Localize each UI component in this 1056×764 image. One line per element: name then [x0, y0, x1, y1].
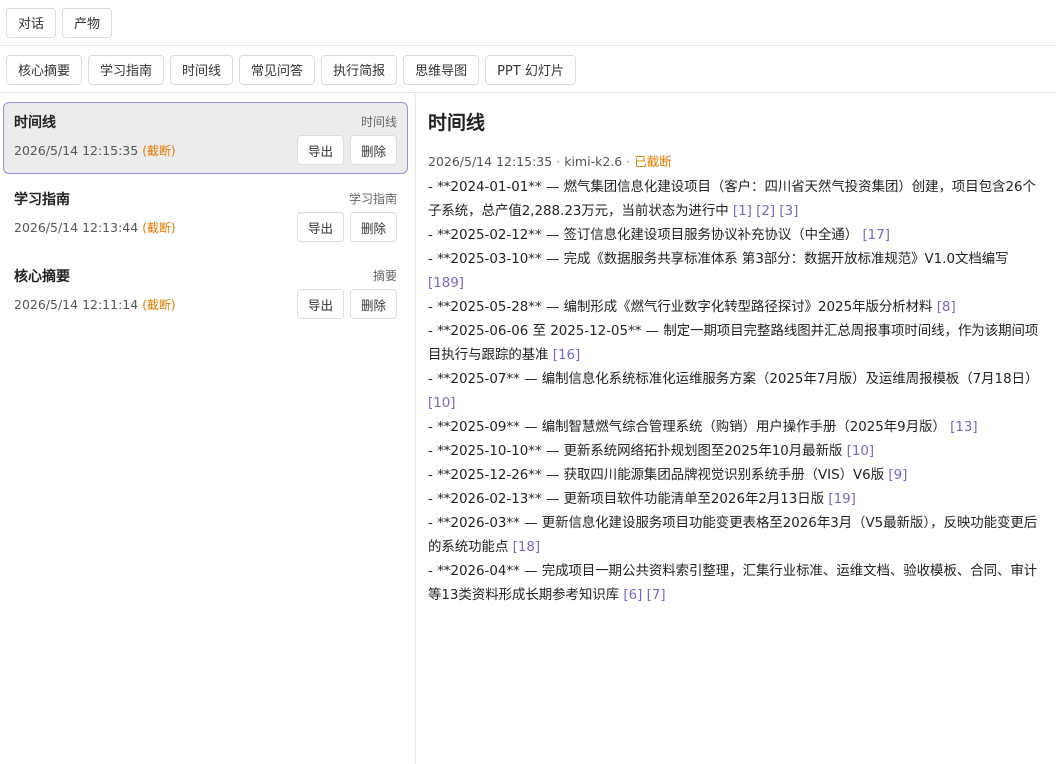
timeline-entry-text: - **2025-05-28** — 编制形成《燃气行业数字化转型路径探讨》20…: [428, 300, 937, 315]
timeline-entry-text: - **2026-02-13** — 更新项目软件功能清单至2026年2月13日…: [428, 492, 829, 507]
timeline-entry: - **2025-05-28** — 编制形成《燃气行业数字化转型路径探讨》20…: [428, 296, 1040, 320]
ppt-slides-button[interactable]: PPT 幻灯片: [485, 54, 576, 85]
delete-button[interactable]: 删除: [349, 289, 397, 319]
timeline-entry: - **2025-02-12** — 签订信息化建设项目服务协议补充协议（中全通…: [428, 224, 1040, 248]
timeline-entry: - **2025-12-26** — 获取四川能源集团品牌视觉识别系统手册（VI…: [428, 464, 1040, 488]
timeline-entry-text: - **2025-02-12** — 签订信息化建设项目服务协议补充协议（中全通…: [428, 228, 863, 243]
citation-links[interactable]: [1] [2] [3]: [733, 204, 798, 219]
artifact-item-study-guide[interactable]: 学习指南 学习指南 2026/5/14 12:13:44 (截断) 导出 删除: [3, 179, 408, 251]
artifact-item-type: 时间线: [360, 115, 397, 129]
timeline-entry: - **2026-04** — 完成项目一期公共资料索引整理，汇集行业标准、运维…: [428, 560, 1040, 608]
artifact-item-meta: 2026/5/14 12:15:35 (截断): [14, 142, 176, 159]
artifact-meta: 2026/5/14 12:15:35 · kimi-k2.6 · 已截断: [428, 151, 1040, 171]
artifact-item-date: 2026/5/14 12:11:14: [14, 297, 139, 312]
artifact-item-actions: 导出 删除: [296, 212, 397, 242]
model-name: kimi-k2.6: [564, 154, 623, 169]
artifact-item-title: 时间线: [14, 115, 56, 131]
artifact-list: 时间线 时间线 2026/5/14 12:15:35 (截断) 导出 删除 学习指…: [0, 94, 416, 764]
citation-links[interactable]: [17]: [862, 228, 890, 243]
truncated-status: 已截断: [634, 154, 672, 169]
citation-links[interactable]: [18]: [513, 540, 541, 555]
artifact-date: 2026/5/14 12:15:35: [428, 154, 553, 169]
artifact-viewer: 时间线 2026/5/14 12:15:35 · kimi-k2.6 · 已截断 - *…: [417, 94, 1056, 764]
timeline-entry-text: - **2025-06-06 至 2025-12-05** — 制定一期项目完整…: [428, 324, 1039, 363]
artifact-title: 时间线: [428, 112, 486, 134]
delete-button[interactable]: 删除: [349, 135, 397, 165]
export-button[interactable]: 导出: [296, 212, 344, 242]
truncated-badge: (截断): [142, 144, 176, 158]
truncated-badge: (截断): [142, 221, 176, 235]
delete-button[interactable]: 删除: [349, 212, 397, 242]
citation-links[interactable]: [9]: [888, 468, 907, 483]
tab-artifacts[interactable]: 产物: [62, 7, 113, 38]
timeline-entry: - **2025-07** — 编制信息化系统标准化运维服务方案（2025年7月…: [428, 368, 1040, 416]
timeline-list: - **2024-01-01** — 燃气集团信息化建设项目（客户：四川省天然气…: [428, 176, 1040, 608]
timeline-entry: - **2025-06-06 至 2025-12-05** — 制定一期项目完整…: [428, 320, 1040, 368]
timeline-entry-text: - **2025-03-10** — 完成《数据服务共享标准体系 第3部分：数据…: [428, 252, 1009, 267]
artifact-item-type: 学习指南: [348, 192, 397, 206]
top-tab-bar: 对话 产物: [0, 0, 1056, 46]
executive-brief-button[interactable]: 执行简报: [321, 54, 398, 85]
timeline-entry: - **2025-10-10** — 更新系统网络拓扑规划图至2025年10月最…: [428, 440, 1040, 464]
timeline-entry: - **2026-03** — 更新信息化建设服务项目功能变更表格至2026年3…: [428, 512, 1040, 560]
timeline-entry-text: - **2026-04** — 完成项目一期公共资料索引整理，汇集行业标准、运维…: [428, 564, 1038, 603]
artifact-item-core-summary[interactable]: 核心摘要 摘要 2026/5/14 12:11:14 (截断) 导出 删除: [3, 256, 408, 328]
timeline-entry: - **2026-02-13** — 更新项目软件功能清单至2026年2月13日…: [428, 488, 1040, 512]
citation-links[interactable]: [6] [7]: [623, 588, 665, 603]
artifact-item-actions: 导出 删除: [296, 289, 397, 319]
timeline-entry-text: - **2025-10-10** — 更新系统网络拓扑规划图至2025年10月最…: [428, 444, 847, 459]
artifact-item-date: 2026/5/14 12:15:35: [14, 143, 139, 158]
artifact-item-title: 核心摘要: [14, 269, 70, 285]
artifact-item-meta: 2026/5/14 12:13:44 (截断): [14, 219, 176, 236]
timeline-entry-text: - **2025-09** — 编制智慧燃气综合管理系统（购销）用户操作手册（2…: [428, 420, 951, 435]
citation-links[interactable]: [13]: [950, 420, 978, 435]
export-button[interactable]: 导出: [296, 289, 344, 319]
citation-links[interactable]: [16]: [553, 348, 581, 363]
timeline-entry: - **2025-09** — 编制智慧燃气综合管理系统（购销）用户操作手册（2…: [428, 416, 1040, 440]
study-guide-button[interactable]: 学习指南: [88, 54, 165, 85]
timeline-entry: - **2025-03-10** — 完成《数据服务共享标准体系 第3部分：数据…: [428, 248, 1040, 296]
citation-links[interactable]: [189]: [428, 276, 464, 291]
core-summary-button[interactable]: 核心摘要: [6, 54, 83, 85]
artifact-item-meta: 2026/5/14 12:11:14 (截断): [14, 296, 176, 313]
artifact-item-actions: 导出 删除: [296, 135, 397, 165]
timeline-button[interactable]: 时间线: [170, 54, 234, 85]
artifact-item-title: 学习指南: [14, 192, 70, 208]
artifact-item-type: 摘要: [372, 269, 397, 283]
timeline-entry: - **2024-01-01** — 燃气集团信息化建设项目（客户：四川省天然气…: [428, 176, 1040, 224]
artifact-item-timeline[interactable]: 时间线 时间线 2026/5/14 12:15:35 (截断) 导出 删除: [3, 102, 408, 174]
citation-links[interactable]: [10]: [428, 396, 456, 411]
tab-conversation[interactable]: 对话: [6, 7, 57, 38]
artifact-item-date: 2026/5/14 12:13:44: [14, 220, 139, 235]
timeline-entry-text: - **2025-12-26** — 获取四川能源集团品牌视觉识别系统手册（VI…: [428, 468, 889, 483]
faq-button[interactable]: 常见问答: [239, 54, 316, 85]
citation-links[interactable]: [10]: [847, 444, 875, 459]
export-button[interactable]: 导出: [296, 135, 344, 165]
truncated-badge: (截断): [142, 298, 176, 312]
meta-separator: ·: [556, 154, 561, 169]
citation-links[interactable]: [8]: [937, 300, 956, 315]
mind-map-button[interactable]: 思维导图: [403, 54, 480, 85]
timeline-entry-text: - **2025-07** — 编制信息化系统标准化运维服务方案（2025年7月…: [428, 372, 1039, 387]
citation-links[interactable]: [19]: [828, 492, 856, 507]
artifact-type-toolbar: 核心摘要 学习指南 时间线 常见问答 执行简报 思维导图 PPT 幻灯片: [0, 47, 1056, 93]
meta-separator: ·: [626, 154, 631, 169]
